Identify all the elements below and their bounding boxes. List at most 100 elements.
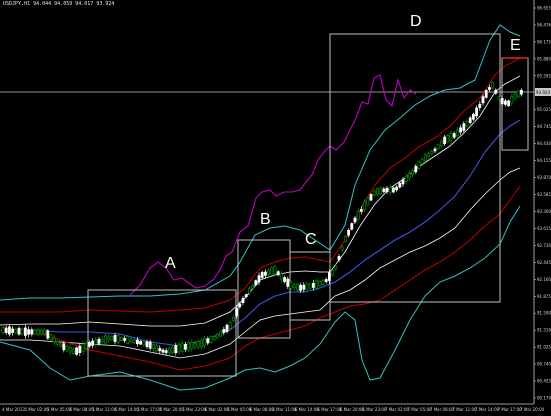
candle-body	[190, 342, 194, 349]
candle-body	[139, 340, 143, 345]
candle-body	[334, 265, 338, 270]
candle-body	[228, 322, 232, 329]
candle-body	[507, 100, 511, 107]
candle-body	[254, 280, 258, 286]
candle-body	[260, 271, 264, 278]
candle-body	[302, 284, 306, 290]
candle-body	[212, 336, 216, 341]
bb-inner-lower	[0, 167, 521, 359]
candle-body	[347, 230, 351, 236]
candle-body	[478, 103, 482, 108]
x-tick-label: 5 Mar 02:00	[25, 407, 50, 412]
x-tick-label: 7 Mar 17:00	[498, 407, 523, 412]
candle-body	[468, 117, 472, 123]
candle-body	[510, 96, 514, 104]
candle-body	[363, 201, 367, 210]
candle-body	[116, 334, 120, 343]
zone-box-b	[237, 239, 291, 339]
candle-body	[471, 113, 475, 120]
zone-label-e: E	[510, 37, 521, 54]
x-tick-label: 5 Mar 05:00	[47, 407, 72, 412]
candle-body	[494, 89, 498, 94]
y-tick-label: 95.595	[537, 73, 551, 78]
candle-body	[439, 141, 443, 147]
candle-body	[136, 339, 139, 345]
candle-body	[88, 341, 91, 347]
candle-body	[164, 350, 168, 354]
x-tick-label: 5 Mar 08:00	[70, 407, 95, 412]
candle-body	[289, 281, 293, 289]
candle-body	[359, 209, 363, 212]
y-tick-label: 93.585	[537, 192, 551, 197]
candle-body	[27, 329, 31, 335]
candle-body	[257, 275, 261, 283]
candle-body	[263, 271, 267, 276]
candle-body	[17, 327, 21, 335]
candle-body	[417, 161, 421, 170]
candle-body	[427, 153, 431, 157]
y-tick-label: 94.745	[537, 124, 551, 129]
candle-body	[100, 338, 104, 342]
candle-body	[184, 344, 187, 350]
candle-body	[78, 345, 82, 354]
candle-body	[436, 144, 440, 150]
x-axis-ticks: 4 Mar 2013 5 Mar 02:005 Mar 05:005 Mar 08…	[2, 407, 545, 412]
x-tick-label: 7 Mar 11:00	[452, 407, 477, 412]
y-tick-label: 95.880	[537, 56, 551, 61]
zone-label-c: C	[305, 231, 317, 248]
candle-body	[369, 194, 373, 201]
candle-body	[14, 329, 18, 333]
y-tick-label: 93.300	[537, 209, 551, 214]
candle-body	[270, 267, 274, 276]
candle-body	[244, 294, 248, 298]
candle-body	[97, 338, 101, 344]
candle-body	[193, 343, 197, 347]
y-tick-label: 95.025	[537, 107, 551, 112]
x-tick-label: 6 Mar 17:00	[317, 407, 342, 412]
candle-body	[113, 335, 117, 342]
candle-body	[350, 223, 354, 230]
candle-body	[315, 280, 319, 289]
candle-body	[311, 282, 315, 288]
candle-body	[340, 246, 344, 251]
candle-body	[366, 197, 370, 206]
x-tick-label: 7 Mar 08:00	[430, 407, 455, 412]
candle-body	[500, 98, 504, 105]
candle-body	[235, 308, 239, 317]
candle-body	[385, 187, 389, 192]
candle-body	[513, 93, 517, 99]
candle-body	[401, 179, 405, 185]
candle-body	[55, 340, 59, 345]
candle-body	[177, 344, 181, 353]
candle-body	[200, 339, 203, 348]
candle-body	[292, 284, 296, 288]
candle-body	[391, 187, 395, 193]
candle-body	[123, 338, 127, 341]
candle-body	[279, 273, 283, 280]
y-tick-label: 92.730	[537, 243, 551, 248]
candle-body	[62, 343, 66, 351]
candle-body	[33, 329, 37, 335]
x-tick-label: 5 Mar 14:00	[115, 407, 140, 412]
y-axis-ticks: 96.65596.47696.17595.88095.59595.31095.0…	[534, 6, 551, 401]
candle-body	[196, 341, 200, 348]
candle-body	[206, 338, 210, 344]
candle-body	[72, 348, 75, 354]
x-tick-label: 5 Mar 17:00	[137, 407, 162, 412]
price-chart[interactable]: A B C D E 96.655 96.476 96.175 95.880 95.595…	[0, 0, 551, 416]
candle-body	[152, 344, 155, 349]
candle-body	[503, 100, 507, 105]
candle-body	[353, 217, 357, 223]
candle-body	[110, 336, 114, 341]
candle-body	[161, 349, 165, 353]
chart-window[interactable]: USDJPY,H1 94.044 94.059 94.017 93.924 A …	[0, 0, 551, 416]
candle-body	[305, 283, 309, 290]
candle-body	[446, 135, 450, 143]
candle-body	[142, 341, 146, 346]
y-tick-label: 91.590	[537, 311, 551, 316]
candle-body	[484, 90, 488, 98]
candle-body	[1, 327, 5, 334]
candle-body	[30, 329, 34, 335]
candle-body	[299, 284, 303, 291]
candle-body	[388, 187, 392, 193]
